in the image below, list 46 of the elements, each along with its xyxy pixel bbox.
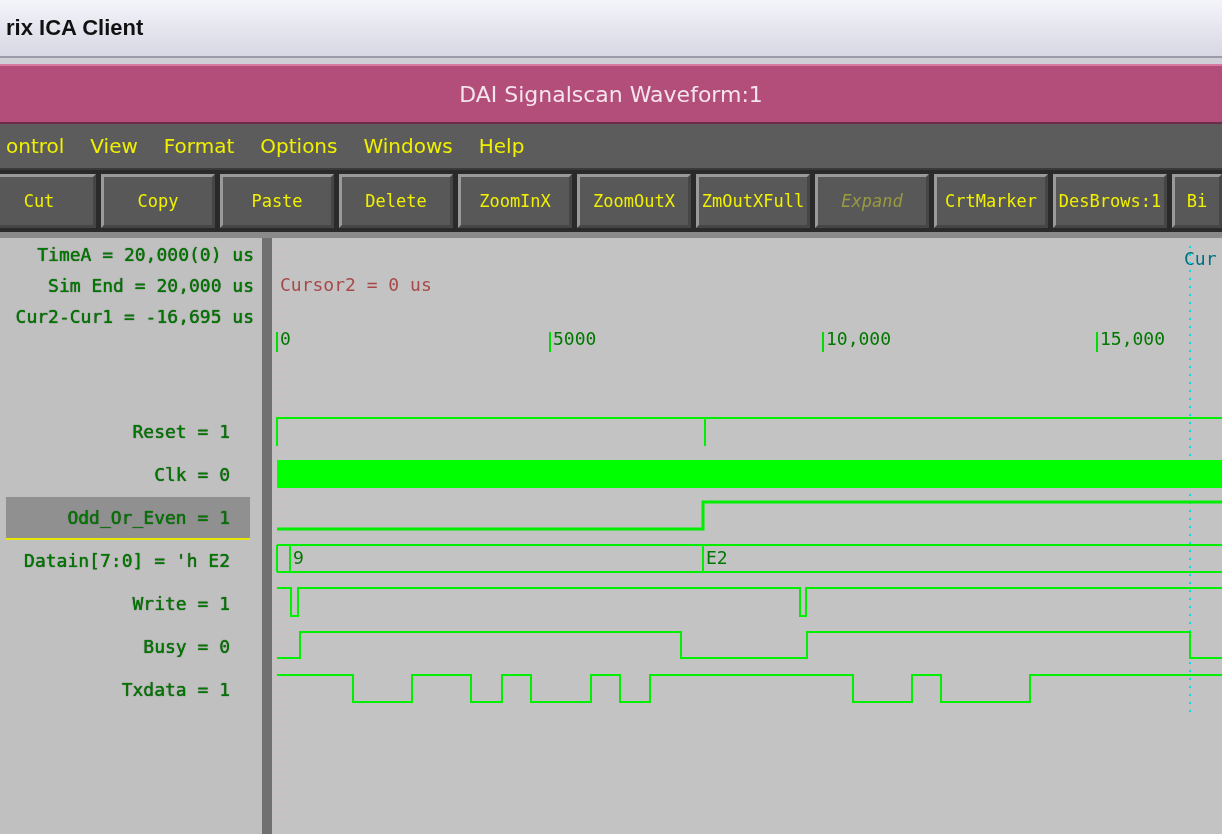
axis-tick: [822, 331, 824, 353]
signal-row[interactable]: Datain[7:0] = 'h E2: [6, 540, 250, 583]
axis-label: 10,000: [826, 330, 892, 348]
axis-tick: [276, 331, 278, 353]
toolbar-button[interactable]: CrtMarker: [934, 174, 1048, 228]
signal-label: Datain[7:0] = 'h E2: [24, 550, 230, 571]
menu-item[interactable]: View: [90, 134, 138, 158]
time-readout: TimeA = 20,000(0) us: [37, 244, 254, 265]
toolbar-button[interactable]: ZoomOutX: [577, 174, 691, 228]
cursor-label: Cur: [1184, 250, 1217, 268]
bus-value: E2: [706, 549, 728, 567]
toolbar-button[interactable]: Delete: [339, 174, 453, 228]
toolbar-button[interactable]: DesBrows:1: [1053, 174, 1167, 228]
toolbar-button[interactable]: ZoomInX: [458, 174, 572, 228]
app-title: rix ICA Client: [5, 15, 144, 41]
menu-item[interactable]: Help: [478, 134, 525, 158]
signal-row[interactable]: Busy = 0: [6, 626, 250, 669]
menu-item[interactable]: Options: [260, 134, 338, 158]
toolbar-button[interactable]: ZmOutXFull: [696, 174, 810, 228]
signal-row[interactable]: Reset = 1: [6, 411, 250, 454]
axis-tick: [1096, 331, 1098, 353]
menu-item[interactable]: Windows: [363, 134, 453, 158]
toolbar-button[interactable]: Bi: [1172, 174, 1222, 228]
signal-row[interactable]: Txdata = 1: [6, 669, 250, 712]
signal-label: Odd_Or_Even = 1: [67, 507, 230, 528]
signal-label: Reset = 1: [132, 421, 230, 442]
axis-label: 0: [280, 330, 291, 348]
menu-item[interactable]: Format: [163, 134, 235, 158]
signal-label: Txdata = 1: [121, 679, 230, 700]
cursor-readout: Cursor2 = 0 us: [280, 276, 432, 294]
window-title: DAI Signalscan Waveform:1: [459, 81, 763, 107]
signal-label: Clk = 0: [154, 464, 230, 485]
signal-row[interactable]: Clk = 0: [6, 454, 250, 497]
axis-label: 15,000: [1100, 330, 1166, 348]
signal-label: Busy = 0: [143, 636, 230, 657]
toolbar-button[interactable]: Cut: [0, 174, 96, 228]
toolbar-button[interactable]: Paste: [220, 174, 334, 228]
signal-row[interactable]: Write = 1: [6, 583, 250, 626]
signal-label: Write = 1: [132, 593, 230, 614]
toolbar-button[interactable]: Copy: [101, 174, 215, 228]
bus-value: 9: [293, 549, 304, 567]
time-readout: Sim End = 20,000 us: [48, 275, 254, 296]
axis-label: 5000: [553, 330, 597, 348]
menu-item[interactable]: ontrol: [6, 134, 65, 158]
time-readout: Cur2-Cur1 = -16,695 us: [15, 306, 254, 327]
axis-tick: [549, 331, 551, 353]
